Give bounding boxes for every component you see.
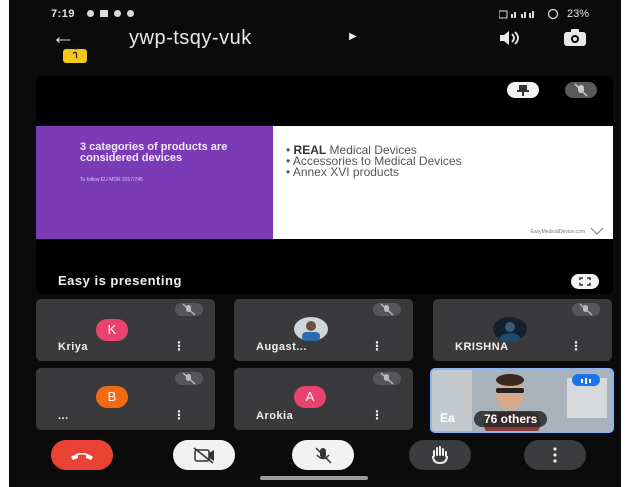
participant-name: Augast... <box>256 341 307 353</box>
participant-tile[interactable]: Augast... ⋮ <box>234 299 413 361</box>
more-vert-icon[interactable]: ⋮ <box>371 408 383 422</box>
speaker-icon[interactable] <box>496 29 524 47</box>
more-vert-icon[interactable]: ⋮ <box>371 339 383 353</box>
participant-name: KRISHNA <box>455 341 509 353</box>
home-indicator[interactable] <box>260 476 368 480</box>
status-bar: 7:19 23% <box>9 6 621 24</box>
status-notification-icons <box>87 8 134 17</box>
slide-logo <box>590 227 604 235</box>
slide-bullet: • Annex XVI products <box>286 165 399 179</box>
more-vert-icon <box>553 447 557 463</box>
mic-off-icon <box>373 303 401 316</box>
presenter-mic-off-badge <box>565 82 597 98</box>
raise-hand-button[interactable] <box>409 440 471 470</box>
meet-screen: 7:19 23% ← ywp-tsqy-vuk ▶ า้ 3 categorie… <box>9 0 621 487</box>
slide-title: 3 categories of products are considered … <box>80 141 228 164</box>
signal-icon <box>498 10 534 19</box>
mic-off-icon <box>175 372 203 385</box>
slide-footer: EasyMedicalDevice.com <box>530 229 585 235</box>
meeting-header: ← ywp-tsqy-vuk ▶ <box>9 25 621 53</box>
raise-hand-icon <box>432 446 448 465</box>
more-vert-icon[interactable]: ⋮ <box>173 408 185 422</box>
slide-title-panel: 3 categories of products are considered … <box>36 126 273 239</box>
fullscreen-button[interactable] <box>571 274 599 289</box>
slide-bullet-text: Annex XVI products <box>292 165 399 179</box>
more-vert-icon[interactable]: ⋮ <box>173 339 185 353</box>
pin-button[interactable] <box>507 82 539 98</box>
avatar: B <box>96 386 128 408</box>
call-controls <box>9 436 621 476</box>
participant-tile[interactable]: B ... ⋮ <box>36 368 215 430</box>
slide-bullets: • REAL Medical Devices • Accessories to … <box>286 144 586 179</box>
camera-off-icon <box>193 447 214 464</box>
shared-slide: 3 categories of products are considered … <box>36 126 613 239</box>
notification-icon <box>100 10 108 17</box>
participant-tile[interactable]: K Kriya ⋮ <box>36 299 215 361</box>
self-name: Ea <box>440 411 455 425</box>
participant-name: Arokia <box>256 410 294 422</box>
participant-tile[interactable]: A Arokia ⋮ <box>234 368 413 430</box>
participant-name: ... <box>58 410 69 422</box>
meeting-title[interactable]: ywp-tsqy-vuk <box>129 27 252 50</box>
participant-name: Kriya <box>58 341 89 353</box>
speaking-indicator <box>572 374 600 386</box>
avatar <box>493 317 527 341</box>
status-right: 23% <box>498 8 589 20</box>
mic-toggle-button[interactable] <box>292 440 354 470</box>
battery-saver-icon <box>547 8 559 20</box>
mic-off-icon <box>315 447 332 464</box>
presenting-label: Easy is presenting <box>58 273 182 288</box>
presentation-area[interactable]: 3 categories of products are considered … <box>36 76 613 294</box>
more-options-button[interactable] <box>524 440 586 470</box>
mic-off-icon <box>373 372 401 385</box>
phone-hangup-icon <box>71 453 93 460</box>
mic-off-icon <box>572 303 600 316</box>
avatar: K <box>96 319 128 341</box>
more-vert-icon[interactable]: ⋮ <box>570 339 582 353</box>
arrow-left-icon[interactable]: ← <box>51 25 75 49</box>
avatar <box>294 317 328 341</box>
slide-subtitle: To follow EU MDR 2017/745 <box>80 177 143 183</box>
end-call-button[interactable] <box>51 440 113 470</box>
notification-icon <box>114 10 121 17</box>
switch-camera-icon[interactable] <box>562 28 588 48</box>
self-video-tile[interactable]: Ea 76 others <box>430 368 614 433</box>
battery-percent: 23% <box>566 8 589 20</box>
notification-icon <box>127 10 134 17</box>
others-count-pill[interactable]: 76 others <box>474 411 548 427</box>
camera-toggle-button[interactable] <box>173 440 235 470</box>
avatar: A <box>294 386 326 408</box>
status-time: 7:19 <box>51 8 76 20</box>
notification-icon <box>87 10 94 17</box>
fullscreen-icon <box>579 277 591 286</box>
pin-icon <box>517 85 529 96</box>
chevron-right-icon[interactable]: ▶ <box>349 31 357 42</box>
mic-off-icon <box>175 303 203 316</box>
language-badge[interactable]: า้ <box>63 49 87 63</box>
participant-tile[interactable]: KRISHNA ⋮ <box>433 299 612 361</box>
mic-off-icon <box>574 83 588 97</box>
